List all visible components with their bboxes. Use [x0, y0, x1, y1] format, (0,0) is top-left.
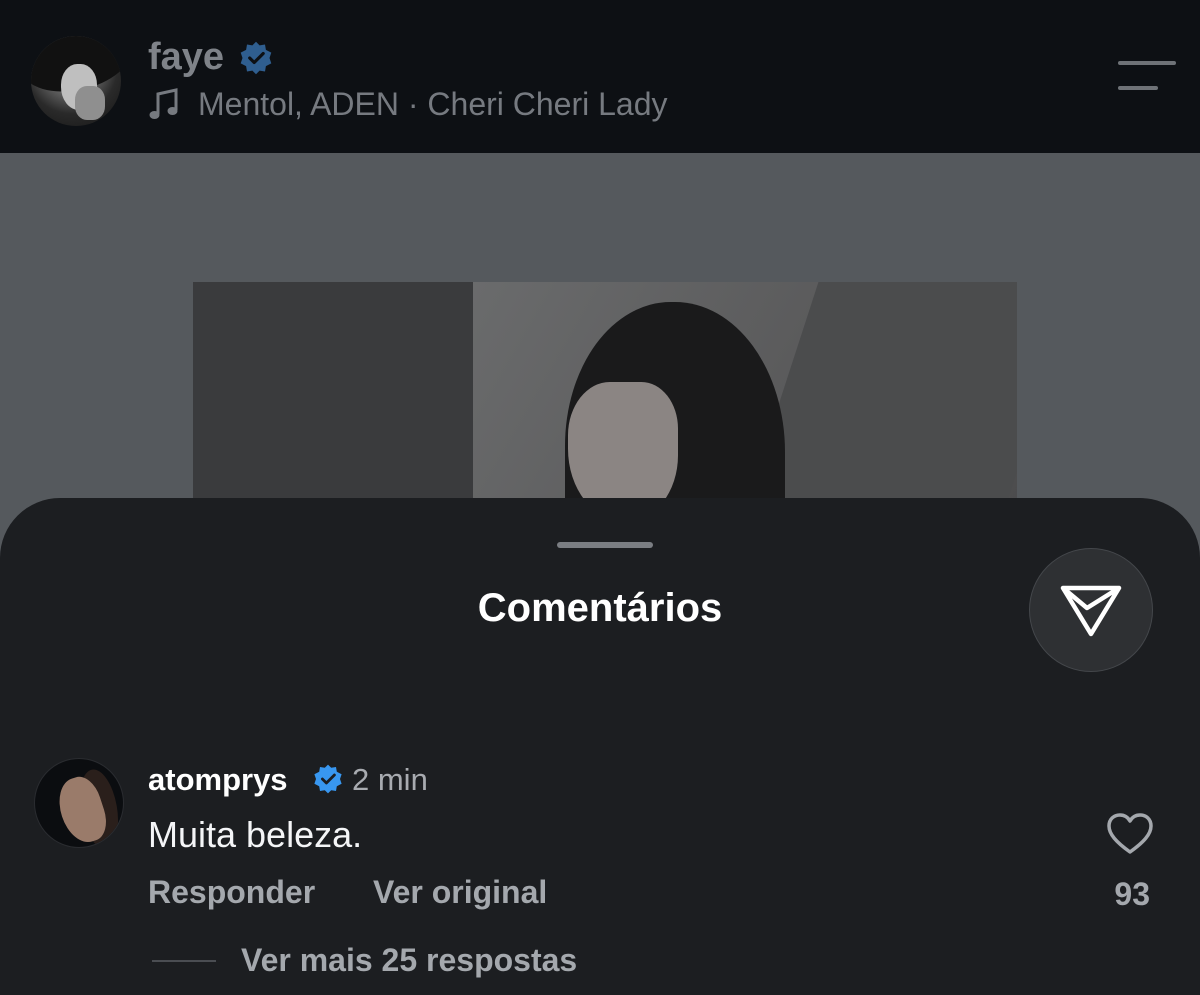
sheet-title: Comentários [477, 586, 723, 630]
heart-icon[interactable] [1106, 812, 1154, 856]
menu-icon[interactable] [1118, 60, 1176, 92]
music-info[interactable]: Mentol, ADEN · Cheri Cheri Lady [148, 86, 668, 123]
verified-badge-icon [240, 41, 272, 75]
profile-avatar[interactable] [31, 36, 121, 126]
view-more-replies-button[interactable]: Ver mais 25 respostas [241, 942, 577, 979]
share-button[interactable] [1029, 548, 1153, 672]
comments-sheet [0, 498, 1200, 995]
comment-username[interactable]: atomprys [148, 762, 288, 798]
commenter-avatar[interactable] [34, 758, 124, 848]
profile-username[interactable]: faye [148, 36, 224, 79]
sheet-grabber[interactable] [557, 542, 653, 548]
send-icon [1060, 585, 1122, 637]
verified-badge-icon [314, 764, 342, 794]
reply-button[interactable]: Responder [148, 874, 315, 911]
music-text: Mentol, ADEN · Cheri Cheri Lady [198, 86, 668, 122]
comment-text: Muita beleza. [148, 814, 363, 855]
music-note-icon [149, 87, 178, 119]
like-count: 93 [1114, 876, 1150, 912]
see-original-button[interactable]: Ver original [373, 874, 547, 911]
replies-divider [152, 960, 216, 962]
comment-timestamp: 2 min [352, 762, 428, 797]
avatar-hand [75, 86, 105, 120]
